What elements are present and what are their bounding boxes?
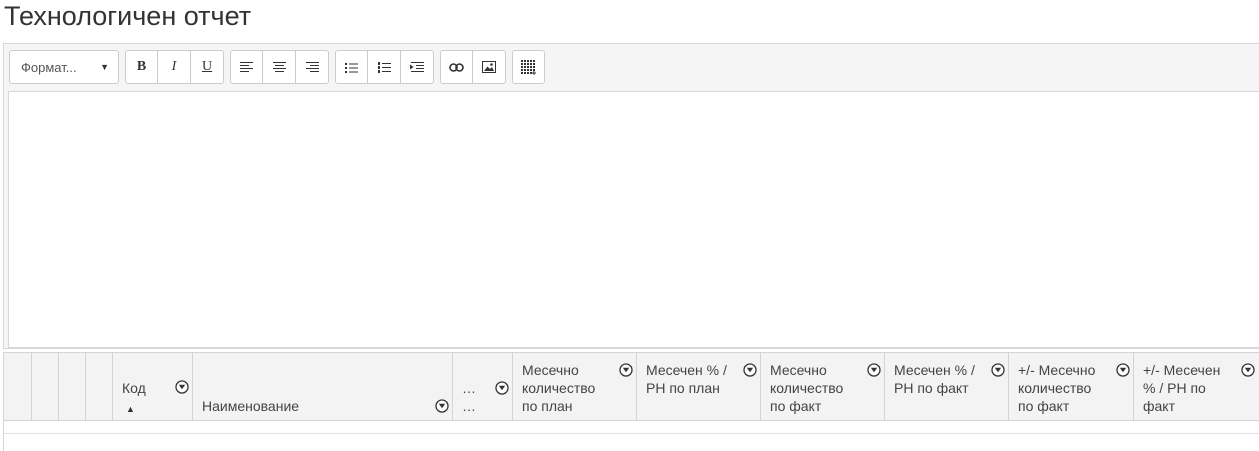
bold-button[interactable]: B — [125, 50, 158, 84]
column-header-name[interactable]: Наименование — [193, 353, 453, 420]
indent-icon — [410, 62, 424, 72]
header-cell-empty-1 — [4, 353, 32, 420]
grid-header: Код ▲ Наименование … … Месечно количеств… — [4, 353, 1259, 421]
column-header-label: Наименование — [202, 398, 300, 414]
italic-button[interactable]: I — [158, 50, 191, 84]
column-header-diff-pct-fact[interactable]: +/- Месечен % / PH по факт — [1134, 353, 1259, 420]
filter-icon[interactable] — [619, 363, 633, 377]
filter-icon[interactable] — [743, 363, 757, 377]
align-left-button[interactable] — [230, 50, 263, 84]
numbered-list-button[interactable] — [368, 50, 401, 84]
image-icon — [482, 61, 496, 73]
column-header-label: +/- Месечно количество по факт — [1018, 362, 1096, 414]
column-header-label: Месечно количество по план — [522, 362, 596, 414]
column-header-label: … … — [462, 380, 476, 414]
editor-toolbar: Формат... ▼ B I U — [9, 50, 551, 84]
numbered-list-icon — [377, 61, 391, 73]
align-left-icon — [240, 62, 253, 72]
column-header-label: Месечен % / PH по план — [646, 362, 727, 396]
column-header-monthly-pct-fact[interactable]: Месечен % / PH по факт — [885, 353, 1009, 420]
page-title: Технологичен отчет — [4, 1, 252, 31]
chevron-down-icon: ▼ — [100, 62, 109, 72]
filter-icon[interactable] — [991, 363, 1005, 377]
header-cell-empty-3 — [59, 353, 86, 420]
italic-icon: I — [171, 59, 177, 74]
align-group — [230, 50, 329, 84]
column-header-code[interactable]: Код ▲ — [113, 353, 193, 420]
column-header-monthly-qty-fact[interactable]: Месечно количество по факт — [761, 353, 885, 420]
indent-button[interactable] — [401, 50, 434, 84]
insert-group — [440, 50, 506, 84]
align-center-icon — [272, 62, 286, 72]
align-right-icon — [305, 62, 319, 72]
column-header-diff-qty-fact[interactable]: +/- Месечно количество по факт — [1009, 353, 1134, 420]
bullet-list-icon — [345, 62, 358, 73]
header-cell-empty-2 — [32, 353, 59, 420]
filter-icon[interactable] — [175, 380, 189, 394]
column-header-label: Месечен % / PH по факт — [894, 362, 975, 396]
align-right-button[interactable] — [296, 50, 329, 84]
table-row[interactable] — [4, 422, 1259, 434]
column-header-label: Месечно количество по факт — [770, 362, 844, 414]
link-icon — [449, 62, 464, 72]
data-grid: Код ▲ Наименование … … Месечно количеств… — [3, 352, 1259, 451]
column-header-label: Код — [122, 380, 146, 396]
align-center-button[interactable] — [263, 50, 296, 84]
table-icon — [521, 59, 536, 75]
column-header-label: +/- Месечен % / PH по факт — [1143, 362, 1221, 414]
editor-content-area[interactable] — [8, 91, 1259, 348]
bold-icon: B — [136, 59, 147, 74]
table-group — [512, 50, 545, 84]
underline-icon: U — [201, 59, 213, 74]
insert-table-button[interactable] — [512, 50, 545, 84]
header-cell-empty-4 — [86, 353, 113, 420]
column-header-monthly-qty-plan[interactable]: Месечно количество по план — [513, 353, 637, 420]
filter-icon[interactable] — [495, 381, 509, 395]
rich-text-editor: Формат... ▼ B I U — [3, 43, 1259, 349]
format-dropdown[interactable]: Формат... ▼ — [9, 50, 119, 84]
text-style-group: B I U — [125, 50, 224, 84]
insert-link-button[interactable] — [440, 50, 473, 84]
filter-icon[interactable] — [435, 399, 449, 413]
sort-asc-icon: ▲ — [126, 404, 135, 414]
insert-image-button[interactable] — [473, 50, 506, 84]
filter-icon[interactable] — [867, 363, 881, 377]
column-header-monthly-pct-plan[interactable]: Месечен % / PH по план — [637, 353, 761, 420]
format-dropdown-label: Формат... — [21, 59, 77, 75]
underline-button[interactable]: U — [191, 50, 224, 84]
column-header-truncated[interactable]: … … — [453, 353, 513, 420]
filter-icon[interactable] — [1241, 363, 1255, 377]
filter-icon[interactable] — [1116, 363, 1130, 377]
list-group — [335, 50, 434, 84]
format-group: Формат... ▼ — [9, 50, 119, 84]
bullet-list-button[interactable] — [335, 50, 368, 84]
